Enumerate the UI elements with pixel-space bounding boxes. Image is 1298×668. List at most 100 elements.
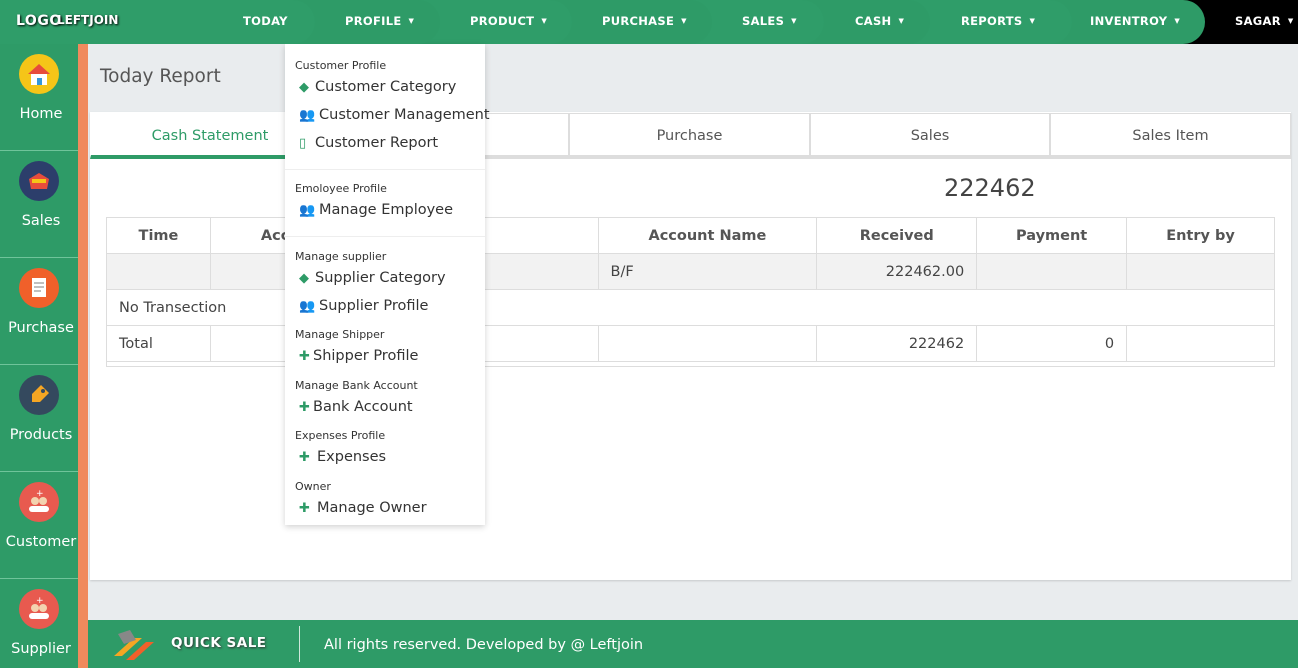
- table-row-bf: B/F 222462.00: [106, 253, 1275, 290]
- users-icon: 👥: [299, 203, 316, 218]
- nav-tab-sales[interactable]: SALES ▼: [742, 0, 797, 44]
- caret-down-icon: ▼: [408, 17, 415, 25]
- nav-tab-product[interactable]: PRODUCT ▼: [470, 0, 547, 44]
- sidebar-item-home[interactable]: Home: [0, 44, 78, 151]
- supplier-icon: +: [19, 589, 59, 629]
- menu-item-manage-employee[interactable]: 👥 Manage Employee: [299, 202, 453, 218]
- svg-text:+: +: [36, 596, 44, 606]
- tab-sales-item[interactable]: Sales Item: [1050, 113, 1291, 159]
- menu-item-expenses[interactable]: ✚ Expenses: [299, 449, 386, 465]
- sidebar-item-products[interactable]: Products: [0, 365, 78, 472]
- home-icon: [19, 54, 59, 94]
- users-icon: 👥: [299, 299, 316, 314]
- menu-item-customer-category[interactable]: ◆ Customer Category: [299, 79, 456, 95]
- menu-item-manage-owner[interactable]: ✚ Manage Owner: [299, 500, 427, 516]
- table-row-empty: No Transection: [106, 289, 1275, 326]
- caret-down-icon: ▼: [898, 17, 905, 25]
- no-transaction-message: No Transection: [106, 289, 1275, 326]
- nav-tab-purchase[interactable]: PURCHASE ▼: [602, 0, 687, 44]
- bf-account-name: B/F: [597, 253, 818, 290]
- users-icon: 👥: [299, 108, 316, 123]
- table-cell: [1126, 253, 1275, 290]
- sidebar-item-sales[interactable]: Sales: [0, 151, 78, 258]
- file-icon: ▯: [299, 136, 307, 151]
- tag-icon: ◆: [299, 271, 309, 286]
- table-header-row: Time Acc ount No Account Name Received P…: [106, 217, 1275, 254]
- sales-icon: [19, 161, 59, 201]
- col-header-received: Received: [816, 217, 978, 254]
- tag-icon: ◆: [299, 80, 309, 95]
- menu-item-shipper-profile[interactable]: ✚ Shipper Profile: [299, 348, 418, 364]
- caret-down-icon: ▼: [1029, 17, 1036, 25]
- menu-heading-owner: Owner: [295, 480, 331, 493]
- menu-heading-employee-profile: Emoloyee Profile: [295, 182, 387, 195]
- total-payment: 0: [976, 325, 1128, 362]
- col-header-time: Time: [106, 217, 211, 254]
- total-label: Total: [106, 325, 211, 362]
- table-cell: [597, 325, 818, 362]
- menu-heading-expenses-profile: Expenses Profile: [295, 429, 386, 442]
- sidebar-item-label: Products: [9, 427, 73, 443]
- sidebar-item-customer[interactable]: + Customer: [0, 472, 78, 579]
- col-header-entry-by: Entry by: [1126, 217, 1275, 254]
- table-cell: [106, 253, 211, 290]
- puzzle-icon: ✚: [299, 349, 310, 364]
- menu-item-customer-report[interactable]: ▯ Customer Report: [299, 135, 438, 151]
- menu-item-customer-management[interactable]: 👥 Customer Management: [299, 107, 490, 123]
- report-total-display: 222462: [944, 174, 1036, 202]
- caret-down-icon: ▼: [1174, 17, 1181, 25]
- user-menu[interactable]: SAGAR ▼: [1235, 0, 1294, 44]
- sidebar-item-label: Sales: [21, 213, 61, 229]
- bf-received: 222462.00: [816, 253, 978, 290]
- svg-text:+: +: [36, 489, 44, 499]
- caret-down-icon: ▼: [541, 17, 548, 25]
- table-row-total: Total 222462 0: [106, 325, 1275, 362]
- sidebar-accent-strip: [78, 44, 88, 668]
- cash-statement-table: Time Acc ount No Account Name Received P…: [106, 217, 1275, 362]
- footer: QUICK SALE All rights reserved. Develope…: [88, 620, 1298, 668]
- menu-heading-bank-account: Manage Bank Account: [295, 379, 418, 392]
- report-card: Cash Statement Purchase Sales Sales Item…: [90, 112, 1291, 580]
- sidebar: Home Sales Purchase Products + Customer …: [0, 44, 78, 668]
- table-cell: [1126, 325, 1275, 362]
- sidebar-item-supplier[interactable]: + Supplier: [0, 579, 78, 668]
- nav-tab-today[interactable]: TODAY: [243, 0, 288, 44]
- menu-divider: [285, 169, 485, 170]
- total-received: 222462: [816, 325, 978, 362]
- menu-item-supplier-profile[interactable]: 👥 Supplier Profile: [299, 298, 428, 314]
- customer-icon: +: [19, 482, 59, 522]
- logo-text: LOGO: [16, 13, 62, 29]
- menu-item-bank-account[interactable]: ✚ Bank Account: [299, 399, 413, 415]
- tab-purchase[interactable]: Purchase: [569, 113, 810, 159]
- quick-sale-icon: [112, 626, 156, 668]
- sidebar-item-purchase[interactable]: Purchase: [0, 258, 78, 365]
- page-title: Today Report: [100, 66, 221, 87]
- menu-heading-manage-shipper: Manage Shipper: [295, 328, 385, 341]
- menu-heading-customer-profile: Customer Profile: [295, 59, 387, 72]
- col-header-account-name: Account Name: [597, 217, 818, 254]
- menu-heading-manage-supplier: Manage supplier: [295, 250, 387, 263]
- sidebar-item-label: Customer: [5, 534, 77, 550]
- puzzle-icon: ✚: [299, 400, 310, 415]
- nav-tab-inventroy[interactable]: INVENTROY ▼: [1090, 0, 1180, 44]
- nav-tab-cash[interactable]: CASH ▼: [855, 0, 904, 44]
- copyright-text: All rights reserved. Developed by @ Left…: [324, 637, 644, 653]
- profile-dropdown-menu: Customer Profile ◆ Customer Category 👥 Cus…: [285, 44, 490, 525]
- sidebar-item-label: Purchase: [8, 320, 74, 336]
- caret-down-icon: ▼: [791, 17, 797, 25]
- purchase-icon: [19, 268, 59, 308]
- footer-divider: [299, 626, 300, 662]
- nav-tab-profile[interactable]: PROFILE ▼: [345, 0, 414, 44]
- top-navbar: LOGO LEFTJOIN TODAY PROFILE ▼ PRODUCT ▼ PU…: [0, 0, 1298, 44]
- tab-sales[interactable]: Sales: [810, 113, 1050, 159]
- table-cell: [976, 253, 1128, 290]
- sidebar-item-label: Supplier: [11, 641, 71, 657]
- caret-down-icon: ▼: [1287, 17, 1294, 25]
- col-header-payment: Payment: [976, 217, 1128, 254]
- quick-sale-button[interactable]: QUICK SALE: [171, 635, 267, 651]
- menu-divider: [285, 236, 485, 237]
- sidebar-item-label: Home: [19, 106, 63, 122]
- nav-tab-reports[interactable]: REPORTS ▼: [961, 0, 1035, 44]
- products-icon: [19, 375, 59, 415]
- menu-item-supplier-category[interactable]: ◆ Supplier Category: [299, 270, 446, 286]
